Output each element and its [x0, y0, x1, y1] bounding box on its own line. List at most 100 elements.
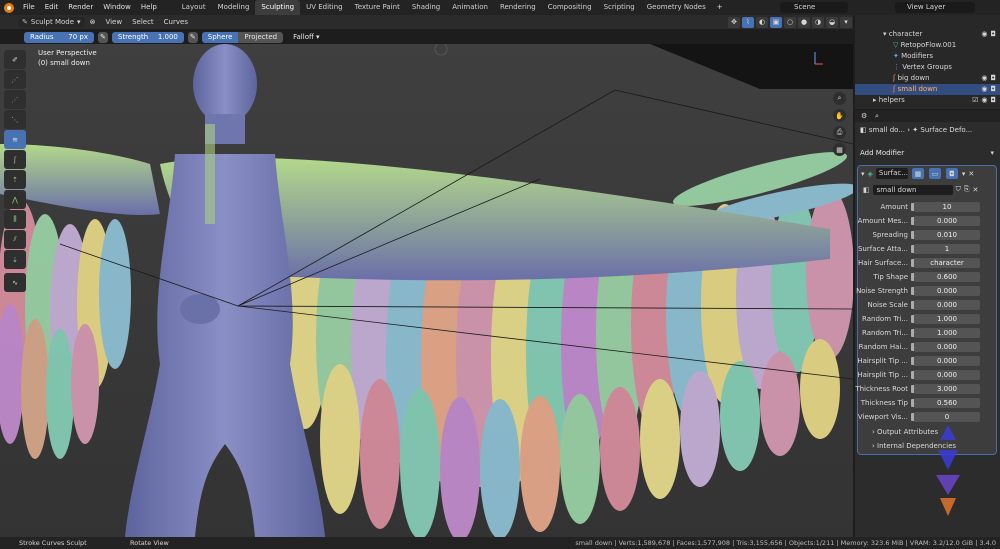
tab-scripting[interactable]: Scripting: [598, 0, 641, 15]
edit-mode-toggle-icon[interactable]: ▦: [911, 168, 924, 179]
tab-sculpting[interactable]: Sculpting: [255, 0, 301, 15]
scene-selector[interactable]: Scene: [780, 2, 848, 13]
outliner-row-character[interactable]: ▾ character ◉ ◘: [855, 29, 1000, 40]
xray-icon[interactable]: ▣: [770, 16, 782, 28]
grow-shrink-tool-icon[interactable]: ⇡: [4, 170, 26, 189]
strength-field[interactable]: Strength 1.000: [111, 31, 184, 43]
snake-hook-tool-icon[interactable]: ʃ: [4, 150, 26, 169]
camera-render-icon[interactable]: ◘: [990, 95, 996, 106]
wireframe-shading-icon[interactable]: ○: [784, 16, 796, 28]
material-shading-icon[interactable]: ◑: [812, 16, 824, 28]
slide-tool-icon[interactable]: ⇣: [4, 250, 26, 269]
param-value-field[interactable]: character: [914, 258, 980, 268]
close-icon[interactable]: ✕: [968, 170, 974, 178]
transform-orientation-icon[interactable]: ✥: [728, 16, 740, 28]
outliner-row-vertex-groups[interactable]: ⋮ Vertex Groups: [855, 62, 1000, 73]
node-group-field[interactable]: small down: [872, 184, 953, 195]
param-value-field[interactable]: 10: [914, 202, 980, 212]
menu-edit[interactable]: Edit: [40, 0, 64, 15]
menu-view[interactable]: View: [100, 15, 127, 29]
overlay-icon[interactable]: ◐: [756, 16, 768, 28]
add-modifier-button[interactable]: Add Modifier: [860, 149, 904, 157]
menu-curves[interactable]: Curves: [159, 15, 193, 29]
param-value-field[interactable]: 0.000: [914, 300, 980, 310]
eye-icon[interactable]: ◉: [981, 95, 987, 106]
strength-pressure-icon[interactable]: ✎: [187, 31, 198, 43]
tab-geometry-nodes[interactable]: Geometry Nodes: [641, 0, 712, 15]
eye-icon[interactable]: ◉: [981, 84, 987, 95]
camera-render-icon[interactable]: ◘: [990, 84, 996, 95]
close-icon[interactable]: ✕: [972, 186, 978, 194]
outliner-row-helpers[interactable]: ▸ helpers ☑ ◉ ◘: [855, 95, 1000, 106]
symmetry-icon[interactable]: ⊗: [85, 15, 101, 29]
chevron-down-icon[interactable]: ▾: [990, 149, 994, 157]
render-toggle-icon[interactable]: ◘: [945, 168, 958, 179]
param-value-field[interactable]: 0.600: [914, 272, 980, 282]
checkbox-icon[interactable]: ☑: [972, 95, 978, 106]
radius-field[interactable]: Radius 70 px: [24, 31, 94, 43]
snap-icon[interactable]: ⌇: [742, 16, 754, 28]
falloff-dropdown[interactable]: Falloff ▾: [287, 32, 325, 43]
chevron-down-icon[interactable]: ▾: [861, 170, 865, 178]
comb-tool-icon[interactable]: ⋰: [4, 70, 26, 89]
param-value-field[interactable]: 0.000: [914, 370, 980, 380]
param-value-field[interactable]: 0.010: [914, 230, 980, 240]
viewport-toggle-icon[interactable]: ▭: [928, 168, 941, 179]
blender-logo-icon[interactable]: [4, 2, 14, 13]
search-icon[interactable]: ⌕: [875, 112, 879, 121]
add-curves-tool-icon[interactable]: ≋: [4, 130, 26, 149]
modifier-name-field[interactable]: Surfac...: [875, 168, 908, 179]
tab-animation[interactable]: Animation: [446, 0, 494, 15]
density-tool-icon[interactable]: ⋱: [4, 110, 26, 129]
copy-icon[interactable]: ⎘: [964, 185, 970, 194]
param-value-field[interactable]: 0.000: [914, 356, 980, 366]
solid-shading-icon[interactable]: ●: [798, 16, 810, 28]
param-value-field[interactable]: 1.000: [914, 314, 980, 324]
tab-layout[interactable]: Layout: [176, 0, 212, 15]
param-value-field[interactable]: 0.000: [914, 286, 980, 296]
annotate-tool-icon[interactable]: ∿: [4, 273, 26, 292]
shield-icon[interactable]: ⛉: [956, 185, 961, 194]
sphere-option[interactable]: Sphere: [201, 31, 239, 43]
3d-viewport[interactable]: [0, 44, 853, 537]
menu-render[interactable]: Render: [63, 0, 98, 15]
menu-window[interactable]: Window: [98, 0, 136, 15]
ortho-grid-icon[interactable]: ▦: [833, 143, 846, 156]
camera-render-icon[interactable]: ◘: [990, 29, 996, 40]
outliner-row-modifiers[interactable]: ✦ Modifiers: [855, 51, 1000, 62]
brush-tool-icon[interactable]: ✐: [4, 50, 26, 69]
camera-view-icon[interactable]: ⎙: [833, 126, 846, 139]
menu-help[interactable]: Help: [136, 0, 162, 15]
smooth-tool-icon[interactable]: ⫽: [4, 230, 26, 249]
mode-selector[interactable]: ✎ Sculpt Mode ▾: [18, 16, 85, 28]
param-value-field[interactable]: 1.000: [914, 328, 980, 338]
outliner-row-small-down[interactable]: ʃ small down ◉ ◘: [855, 84, 1000, 95]
radius-pressure-icon[interactable]: ✎: [98, 31, 108, 43]
outliner-row-retopoflow[interactable]: ▽ RetopoFlow.001: [855, 40, 1000, 51]
pinch-tool-icon[interactable]: ⋀: [4, 190, 26, 209]
outliner-row-big-down[interactable]: ʃ big down ◉ ◘: [855, 73, 1000, 84]
tab-compositing[interactable]: Compositing: [542, 0, 598, 15]
view-layer-selector[interactable]: View Layer: [895, 2, 975, 13]
dropdown-icon[interactable]: ▾: [962, 170, 966, 178]
param-value-field[interactable]: 0.560: [914, 398, 980, 408]
menu-select[interactable]: Select: [127, 15, 159, 29]
camera-render-icon[interactable]: ◘: [990, 73, 996, 84]
menu-file[interactable]: File: [18, 0, 40, 15]
shading-options-icon[interactable]: ▾: [840, 16, 852, 28]
projected-option[interactable]: Projected: [238, 31, 284, 43]
puff-tool-icon[interactable]: ⫼: [4, 210, 26, 229]
tab-modeling[interactable]: Modeling: [212, 0, 256, 15]
add-workspace-icon[interactable]: +: [712, 0, 728, 15]
param-value-field[interactable]: 0.000: [914, 342, 980, 352]
tab-shading[interactable]: Shading: [406, 0, 446, 15]
delete-tool-icon[interactable]: ⋰: [4, 90, 26, 109]
tab-uv-editing[interactable]: UV Editing: [300, 0, 349, 15]
editor-type-icon[interactable]: ⚙: [861, 112, 867, 120]
pan-hand-icon[interactable]: ✋: [833, 109, 846, 122]
eye-icon[interactable]: ◉: [981, 29, 987, 40]
tab-texture-paint[interactable]: Texture Paint: [349, 0, 406, 15]
param-value-field[interactable]: 3.000: [914, 384, 980, 394]
eye-icon[interactable]: ◉: [981, 73, 987, 84]
tab-rendering[interactable]: Rendering: [494, 0, 542, 15]
